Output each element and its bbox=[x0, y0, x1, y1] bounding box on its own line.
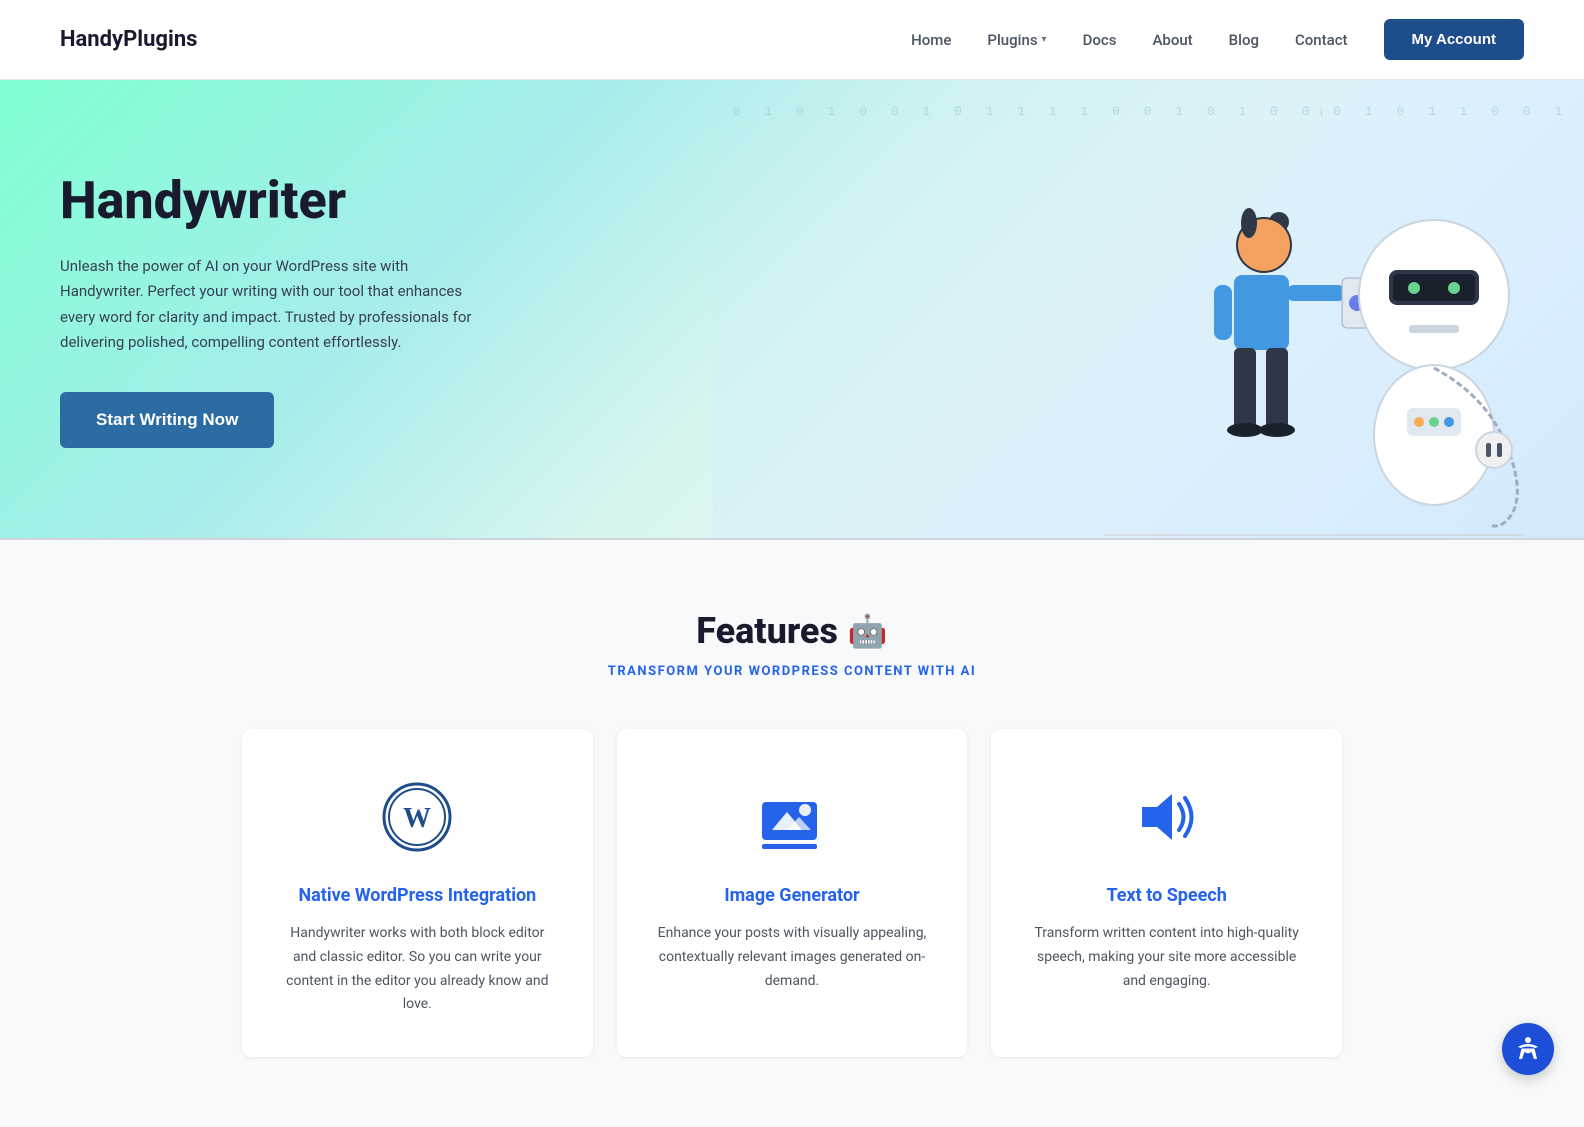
image-generator-icon bbox=[752, 777, 832, 857]
feature-card-desc-image: Enhance your posts with visually appeali… bbox=[653, 922, 932, 993]
nav-about[interactable]: About bbox=[1152, 31, 1192, 49]
features-subtitle: TRANSFORM YOUR WORDPRESS CONTENT WITH AI bbox=[60, 664, 1524, 679]
features-section: Features 🤖 TRANSFORM YOUR WORDPRESS CONT… bbox=[0, 540, 1584, 1127]
nav-plugins[interactable]: Plugins ▾ bbox=[987, 31, 1046, 49]
hero-description: Unleash the power of AI on your WordPres… bbox=[60, 254, 480, 356]
feature-card-title-image: Image Generator bbox=[724, 885, 859, 906]
chevron-down-icon: ▾ bbox=[1042, 34, 1047, 45]
feature-card-desc-wordpress: Handywriter works with both block editor… bbox=[278, 922, 557, 1017]
nav-home[interactable]: Home bbox=[911, 31, 951, 49]
brand-logo[interactable]: HandyPlugins bbox=[60, 27, 197, 52]
hero-divider bbox=[0, 538, 1584, 540]
text-to-speech-icon bbox=[1127, 777, 1207, 857]
accessibility-button[interactable] bbox=[1502, 1023, 1554, 1075]
main-nav: Home Plugins ▾ Docs About Blog Contact M… bbox=[911, 19, 1524, 60]
features-grid: W Native WordPress Integration Handywrit… bbox=[242, 729, 1342, 1057]
svg-text:W: W bbox=[403, 803, 431, 834]
nav-docs[interactable]: Docs bbox=[1083, 31, 1117, 49]
hero-content: Handywriter Unleash the power of AI on y… bbox=[0, 112, 540, 507]
robot-icon: 🤖 bbox=[848, 612, 888, 650]
hero-illustration bbox=[1104, 140, 1524, 540]
hero-title: Handywriter bbox=[60, 172, 480, 229]
feature-card-title-speech: Text to Speech bbox=[1106, 885, 1226, 906]
my-account-button[interactable]: My Account bbox=[1384, 19, 1524, 60]
feature-card-title-wordpress: Native WordPress Integration bbox=[298, 885, 536, 906]
feature-card-text-to-speech: Text to Speech Transform written content… bbox=[991, 729, 1342, 1057]
wordpress-icon: W bbox=[377, 777, 457, 857]
nav-blog[interactable]: Blog bbox=[1229, 31, 1259, 49]
features-title: Features 🤖 bbox=[60, 610, 1524, 652]
site-header: HandyPlugins Home Plugins ▾ Docs About B… bbox=[0, 0, 1584, 80]
feature-card-wordpress: W Native WordPress Integration Handywrit… bbox=[242, 729, 593, 1057]
start-writing-button[interactable]: Start Writing Now bbox=[60, 392, 274, 448]
nav-contact[interactable]: Contact bbox=[1295, 31, 1348, 49]
feature-card-image-generator: Image Generator Enhance your posts with … bbox=[617, 729, 968, 1057]
hero-section: Handywriter Unleash the power of AI on y… bbox=[0, 80, 1584, 540]
feature-card-desc-speech: Transform written content into high-qual… bbox=[1027, 922, 1306, 993]
features-header: Features 🤖 TRANSFORM YOUR WORDPRESS CONT… bbox=[60, 610, 1524, 679]
